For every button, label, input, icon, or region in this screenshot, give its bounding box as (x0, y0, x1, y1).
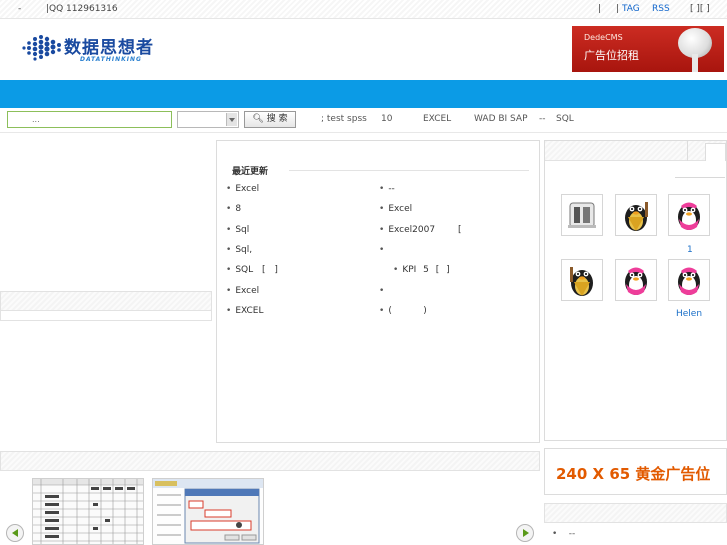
book-avatar-icon (568, 202, 596, 228)
member-avatar[interactable] (561, 259, 603, 301)
left-panel-body (0, 311, 212, 321)
site-logo[interactable]: 数据思想者 DATATHINKING (18, 29, 178, 69)
image-scroller-header (0, 451, 540, 471)
gold-ad-banner[interactable]: 240 X 65 黄金广告位 (544, 448, 727, 495)
list-item[interactable]: • -- (552, 529, 575, 539)
penguin-caveman-avatar-icon (625, 202, 648, 231)
left-panel (0, 291, 212, 321)
list-item[interactable] (379, 245, 388, 255)
members-panel: 1 Helen (544, 140, 727, 441)
member-name[interactable]: 1 (687, 245, 693, 255)
list-item[interactable]: KPI 5 [ ] (379, 265, 449, 275)
ad-figure-body-icon (692, 54, 698, 72)
article-thumbnail[interactable] (152, 478, 264, 545)
logo-text-en: DATATHINKING (80, 56, 142, 63)
member-avatar[interactable] (668, 259, 710, 301)
hot-word-5[interactable]: -- (539, 114, 546, 124)
header-ad-line1: DedeCMS (584, 33, 623, 42)
logo-dots-icon (22, 35, 61, 61)
tag-link[interactable]: TAG (622, 4, 640, 14)
recent-updates-panel: 最近更新 Excel 8 Sql Sql, SQL [ ] Excel EXCE… (216, 140, 540, 443)
hot-word-1[interactable]: ; test spss (321, 114, 367, 124)
hot-word-4[interactable]: WAD BI SAP (474, 114, 528, 124)
list-item[interactable] (379, 286, 388, 296)
list-item[interactable]: -- (379, 184, 395, 194)
penguin-caveman-avatar-icon (570, 267, 593, 296)
article-thumbnail[interactable] (32, 478, 144, 545)
member-name[interactable]: Helen (676, 309, 702, 319)
header: 数据思想者 DATATHINKING DedeCMS 广告位招租 (0, 19, 727, 80)
top-dash: - (18, 4, 22, 14)
search-row: ... 🔍︎ 搜 索 ; test spss 10 EXCEL WAD BI S… (0, 108, 727, 133)
left-panel-header (0, 291, 212, 311)
list-item[interactable]: Excel2007 [ (379, 225, 461, 235)
search-type-select[interactable] (177, 111, 239, 128)
search-input[interactable]: ... (7, 111, 172, 128)
spreadsheet-thumbnail-icon (33, 479, 143, 544)
list-item[interactable]: Sql, (226, 245, 252, 255)
members-tab[interactable] (687, 141, 703, 161)
list-item-label: -- (568, 529, 576, 539)
penguin-pink-avatar-icon (678, 267, 700, 295)
members-panel-header (545, 141, 726, 161)
hot-word-6[interactable]: SQL (556, 114, 574, 124)
penguin-pink-avatar-icon (678, 202, 700, 230)
list-item[interactable]: SQL [ ] (226, 265, 278, 275)
gold-ad-text: 240 X 65 黄金广告位 (556, 465, 711, 483)
scroll-right-icon[interactable] (516, 524, 534, 542)
search-button-label: 搜 索 (266, 114, 288, 124)
top-separator: | (598, 4, 602, 14)
top-brackets[interactable]: [ ][ ] (690, 4, 710, 14)
scroll-left-icon[interactable] (6, 524, 24, 542)
title-divider (289, 170, 529, 171)
members-subline (675, 177, 725, 178)
main-nav-bar (0, 80, 727, 108)
rss-link[interactable]: RSS (652, 4, 670, 14)
header-ad-line2: 广告位招租 (584, 49, 639, 62)
search-icon: 🔍︎ (252, 114, 264, 124)
members-tab-active[interactable] (705, 143, 726, 161)
list-item[interactable]: Excel (226, 286, 259, 296)
penguin-pink-avatar-icon (625, 267, 647, 295)
member-avatar[interactable] (615, 194, 657, 236)
list-item[interactable]: EXCEL (226, 306, 263, 316)
list-item[interactable]: Excel (226, 184, 259, 194)
header-ad-banner[interactable]: DedeCMS 广告位招租 (572, 26, 724, 72)
tag-separator: | (616, 4, 620, 14)
list-item[interactable]: ( ) (379, 306, 427, 316)
right-bottom-header (544, 503, 727, 523)
logo-text-cn: 数据思想者 (64, 38, 154, 58)
member-avatar[interactable] (668, 194, 710, 236)
hot-word-2[interactable]: 10 (381, 114, 392, 124)
qq-contact: |QQ 112961316 (46, 4, 118, 14)
hot-word-3[interactable]: EXCEL (423, 114, 451, 124)
dialog-thumbnail-icon (153, 479, 263, 544)
search-button[interactable]: 🔍︎ 搜 索 (244, 111, 296, 128)
member-avatar[interactable] (615, 259, 657, 301)
member-avatar[interactable] (561, 194, 603, 236)
right-bottom-panel: • -- (544, 503, 727, 545)
list-item[interactable]: Sql (226, 225, 249, 235)
top-bar: - |QQ 112961316 | | TAG RSS [ ][ ] (0, 0, 727, 19)
list-item[interactable]: Excel (379, 204, 412, 214)
chevron-down-icon[interactable] (226, 113, 237, 126)
list-item[interactable]: 8 (226, 204, 241, 214)
recent-updates-title: 最近更新 (232, 167, 269, 177)
